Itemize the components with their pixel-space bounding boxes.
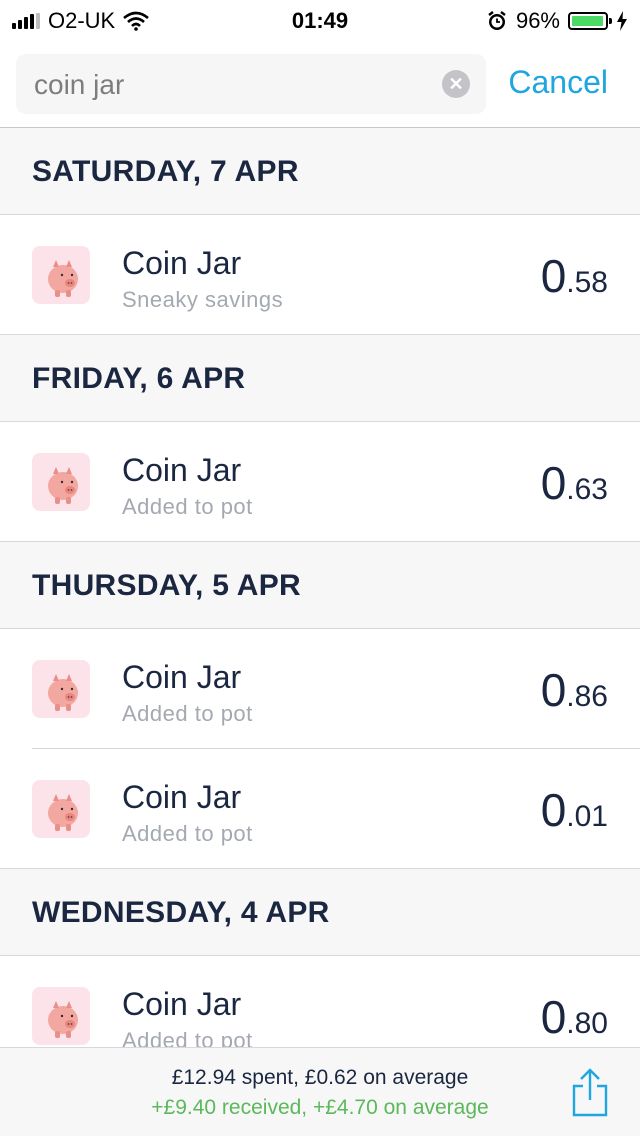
battery-icon — [568, 12, 612, 30]
transaction-subtitle: Added to pot — [122, 701, 253, 726]
received-summary: +£9.40 received, +£4.70 on average — [151, 1096, 489, 1119]
battery-percent: 96% — [515, 8, 560, 33]
transaction-amount: 0.80 — [541, 990, 608, 1044]
transaction-amount: 0.58 — [541, 249, 608, 303]
date-header: THURSDAY, 5 APR — [0, 542, 640, 629]
amount-integer: 0 — [540, 664, 567, 716]
amount-decimal: .63 — [566, 473, 608, 506]
search-bar: coin jar ✕ Cancel — [0, 40, 640, 128]
alarm-icon — [488, 11, 506, 30]
amount-decimal: .80 — [566, 1007, 608, 1040]
transaction-row[interactable]: Coin Jar Added to pot 0.63 — [0, 422, 640, 542]
transaction-list: SATURDAY, 7 APR Coin Jar Sneaky savings … — [0, 128, 640, 1076]
amount-decimal: .58 — [566, 266, 608, 299]
charging-icon — [617, 11, 627, 31]
piggy-bank-icon — [32, 660, 90, 718]
clear-icon[interactable]: ✕ — [442, 70, 470, 98]
transaction-title: Coin Jar — [122, 452, 242, 488]
transaction-subtitle: Sneaky savings — [122, 287, 284, 312]
amount-integer: 0 — [540, 457, 567, 509]
piggy-bank-icon — [32, 987, 90, 1045]
status-right: 96% — [486, 8, 628, 34]
search-value[interactable]: coin jar — [34, 69, 124, 101]
transaction-subtitle: Added to pot — [122, 494, 253, 519]
transaction-row[interactable]: Coin Jar Sneaky savings 0.58 — [0, 215, 640, 335]
piggy-bank-icon — [32, 780, 90, 838]
date-header: WEDNESDAY, 4 APR — [0, 869, 640, 956]
amount-integer: 0 — [540, 991, 567, 1043]
transaction-subtitle: Added to pot — [122, 821, 253, 846]
amount-decimal: .01 — [566, 800, 608, 833]
cancel-button[interactable]: Cancel — [508, 64, 608, 101]
transaction-amount: 0.01 — [541, 783, 608, 837]
transaction-title: Coin Jar — [122, 986, 242, 1022]
transaction-row[interactable]: Coin Jar Added to pot 0.01 — [0, 749, 640, 869]
status-bar: O2-UK 01:49 96% — [0, 0, 640, 40]
piggy-bank-icon — [32, 246, 90, 304]
amount-integer: 0 — [540, 250, 567, 302]
battery-level — [572, 16, 603, 26]
transaction-title: Coin Jar — [122, 779, 242, 815]
search-input[interactable]: coin jar ✕ — [16, 54, 486, 114]
share-icon[interactable] — [570, 1068, 610, 1118]
amount-decimal: .86 — [566, 680, 608, 713]
date-header: SATURDAY, 7 APR — [0, 128, 640, 215]
transaction-amount: 0.86 — [541, 663, 608, 717]
piggy-bank-icon — [32, 453, 90, 511]
transaction-amount: 0.63 — [541, 456, 608, 510]
spent-summary: £12.94 spent, £0.62 on average — [171, 1066, 469, 1089]
date-header: FRIDAY, 6 APR — [0, 335, 640, 422]
amount-integer: 0 — [540, 784, 567, 836]
transaction-title: Coin Jar — [122, 659, 242, 695]
summary-footer: £12.94 spent, £0.62 on average +£9.40 re… — [0, 1047, 640, 1136]
transaction-title: Coin Jar — [122, 245, 242, 281]
transaction-row[interactable]: Coin Jar Added to pot 0.86 — [0, 629, 640, 749]
